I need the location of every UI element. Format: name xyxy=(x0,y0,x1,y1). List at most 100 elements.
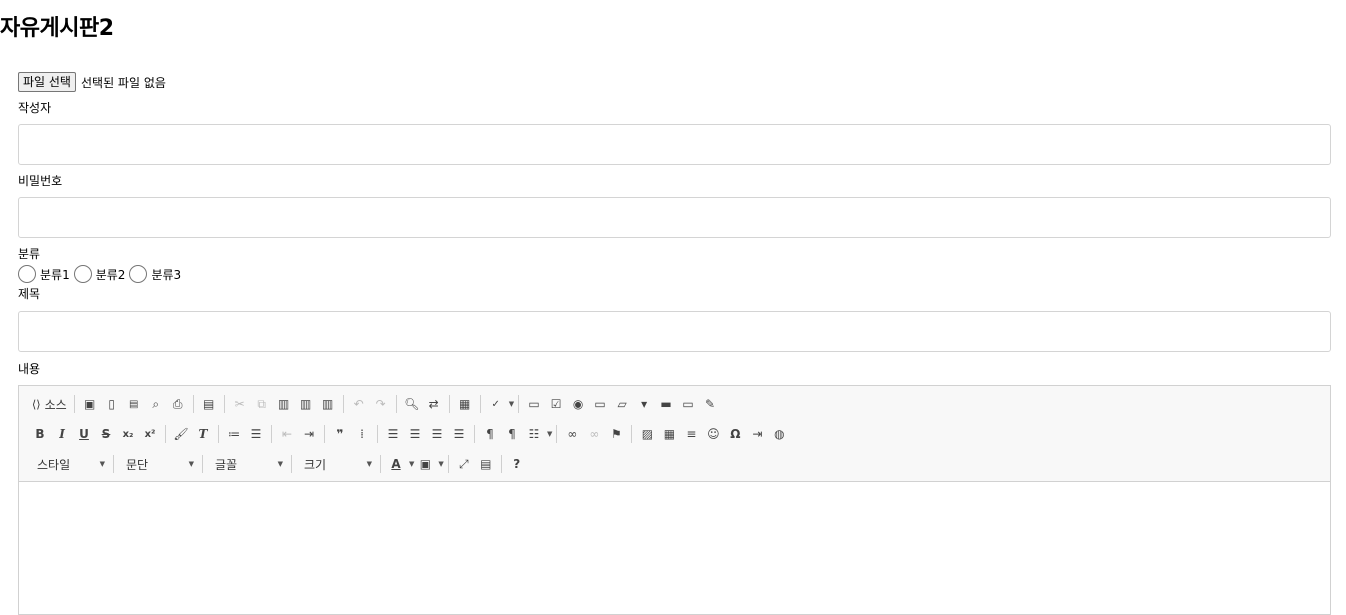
save-icon[interactable]: ▣ xyxy=(79,393,101,415)
author-label: 작성자 xyxy=(18,101,52,115)
replace-icon[interactable]: ⇄ xyxy=(423,393,445,415)
subscript-icon[interactable]: x₂ xyxy=(117,423,139,445)
chevron-down-icon[interactable]: ▼ xyxy=(509,400,514,408)
textarea-icon[interactable]: ▱ xyxy=(611,393,633,415)
source-button[interactable]: ⟨⟩ 소스 xyxy=(29,393,70,415)
bold-icon[interactable]: B xyxy=(29,423,51,445)
category-radio-2[interactable] xyxy=(73,265,92,283)
page-break-icon[interactable]: ⇥ xyxy=(746,423,768,445)
align-right-icon[interactable]: ☰ xyxy=(426,423,448,445)
paste-text-icon[interactable]: ▥ xyxy=(295,393,317,415)
div-container-icon[interactable]: ⁞ xyxy=(351,423,373,445)
font-combo-label: 글꼴 xyxy=(215,457,238,472)
blockquote-icon[interactable]: ❞ xyxy=(329,423,351,445)
underline-icon[interactable]: U xyxy=(73,423,95,445)
toolbar-separator xyxy=(202,455,203,473)
language-icon[interactable]: ☷ xyxy=(523,423,545,445)
export-pdf-icon[interactable]: ▤ xyxy=(123,393,145,415)
image-button-icon[interactable]: ▭ xyxy=(677,393,699,415)
chevron-down-icon[interactable]: ▼ xyxy=(547,430,552,438)
password-input[interactable] xyxy=(18,197,1331,238)
password-label: 비밀번호 xyxy=(18,174,63,188)
align-center-icon[interactable]: ☰ xyxy=(404,423,426,445)
remove-format-icon[interactable]: T xyxy=(192,423,214,445)
category-option-2[interactable]: 분류2 xyxy=(73,265,125,283)
horizontal-line-icon[interactable]: ≡ xyxy=(680,423,702,445)
superscript-icon[interactable]: x² xyxy=(139,423,161,445)
background-color-icon[interactable]: ▣ xyxy=(414,453,436,475)
button-icon[interactable]: ▬ xyxy=(655,393,677,415)
radio-button-icon[interactable]: ◉ xyxy=(567,393,589,415)
file-select-button[interactable]: 파일 선택 xyxy=(18,72,76,92)
numbered-list-icon[interactable]: ≔ xyxy=(223,423,245,445)
unlink-icon[interactable]: ∞ xyxy=(583,423,605,445)
align-justify-icon[interactable]: ☰ xyxy=(448,423,470,445)
category-radio-3[interactable] xyxy=(129,265,148,283)
strikethrough-icon[interactable]: S xyxy=(95,423,117,445)
toolbar-separator xyxy=(518,395,520,413)
maximize-icon[interactable]: ⤢ xyxy=(453,453,475,475)
spellcheck-icon[interactable]: ✓ xyxy=(485,393,507,415)
checkbox-icon[interactable]: ☑ xyxy=(545,393,567,415)
find-icon[interactable]: 🔍︎ xyxy=(401,393,423,415)
cut-icon[interactable]: ✂ xyxy=(229,393,251,415)
toolbar-separator xyxy=(324,425,325,443)
category-option-3[interactable]: 분류3 xyxy=(129,265,181,283)
align-left-icon[interactable]: ☰ xyxy=(382,423,404,445)
toolbar-row-2: B I U S x₂ x² 🖌︎ T ≔ ☰ ⇤ ⇥ ❞ ⁞ ☰ ☰ ☰ ☰ ¶… xyxy=(29,419,1330,449)
image-icon[interactable]: ▨ xyxy=(636,423,658,445)
style-combo[interactable]: 스타일 ▼ xyxy=(29,453,109,475)
form-icon[interactable]: ▭ xyxy=(523,393,545,415)
new-page-icon[interactable]: ▯ xyxy=(101,393,123,415)
print-icon[interactable]: ⎙ xyxy=(167,393,189,415)
undo-icon[interactable]: ↶ xyxy=(348,393,370,415)
smiley-icon[interactable]: ☺ xyxy=(702,423,724,445)
chevron-down-icon: ▼ xyxy=(366,460,372,468)
size-combo[interactable]: 크기 ▼ xyxy=(296,453,376,475)
content-label: 내용 xyxy=(18,362,41,376)
redo-icon[interactable]: ↷ xyxy=(370,393,392,415)
select-field-icon[interactable]: ▾ xyxy=(633,393,655,415)
toolbar-separator xyxy=(395,395,397,413)
text-field-icon[interactable]: ▭ xyxy=(589,393,611,415)
copy-icon[interactable]: ⧉ xyxy=(251,393,273,415)
link-icon[interactable]: ∞ xyxy=(561,423,583,445)
text-direction-ltr-icon[interactable]: ¶ xyxy=(479,423,501,445)
text-direction-rtl-icon[interactable]: ¶ xyxy=(501,423,523,445)
outdent-icon[interactable]: ⇤ xyxy=(276,423,298,445)
toolbar-separator xyxy=(291,455,292,473)
templates-icon[interactable]: ▤ xyxy=(198,393,220,415)
iframe-globe-icon[interactable]: ◍ xyxy=(768,423,790,445)
toolbar-separator xyxy=(474,425,475,443)
style-combo-label: 스타일 xyxy=(37,457,71,472)
category-option-label: 분류3 xyxy=(151,267,182,282)
editor-content-area[interactable] xyxy=(19,482,1330,614)
paste-word-icon[interactable]: ▥ xyxy=(317,393,339,415)
copy-format-icon[interactable]: 🖌︎ xyxy=(170,423,192,445)
hidden-field-icon[interactable]: ✎ xyxy=(699,393,721,415)
toolbar-separator xyxy=(113,455,114,473)
table-icon[interactable]: ▦ xyxy=(658,423,680,445)
chevron-down-icon[interactable]: ▼ xyxy=(438,460,443,468)
author-input[interactable] xyxy=(18,124,1331,165)
font-combo[interactable]: 글꼴 ▼ xyxy=(207,453,287,475)
category-option-1[interactable]: 분류1 xyxy=(18,265,70,283)
format-combo[interactable]: 문단 ▼ xyxy=(118,453,198,475)
show-blocks-icon[interactable]: ▤ xyxy=(475,453,497,475)
subject-input[interactable] xyxy=(18,311,1331,352)
italic-icon[interactable]: I xyxy=(51,423,73,445)
help-icon[interactable]: ? xyxy=(506,453,528,475)
bulleted-list-icon[interactable]: ☰ xyxy=(245,423,267,445)
preview-icon[interactable]: ⌕ xyxy=(145,393,167,415)
toolbar-separator xyxy=(342,395,344,413)
toolbar-separator xyxy=(500,455,502,473)
text-color-icon[interactable]: A xyxy=(385,453,407,475)
indent-icon[interactable]: ⇥ xyxy=(298,423,320,445)
select-all-icon[interactable]: ▦ xyxy=(454,393,476,415)
toolbar-separator xyxy=(447,455,449,473)
toolbar-row-1: ⟨⟩ 소스 ▣ ▯ ▤ ⌕ ⎙ ▤ ✂ ⧉ ▥ ▥ ▥ ↶ ↷ 🔍︎ ⇄ ▦ ✓… xyxy=(29,389,1330,419)
paste-icon[interactable]: ▥ xyxy=(273,393,295,415)
category-radio-1[interactable] xyxy=(18,265,36,283)
special-char-icon[interactable]: Ω xyxy=(724,423,746,445)
anchor-flag-icon[interactable]: ⚑ xyxy=(605,423,627,445)
